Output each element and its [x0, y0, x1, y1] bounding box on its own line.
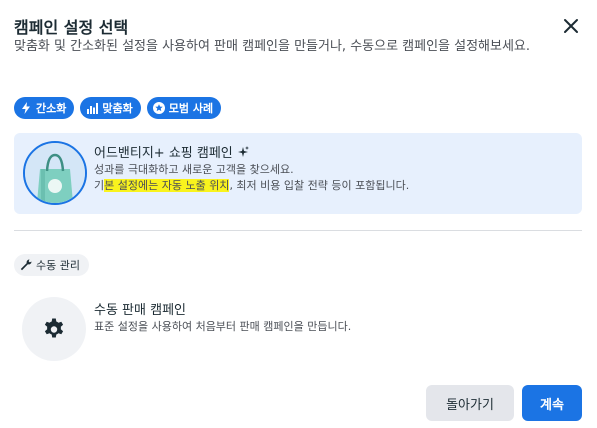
advantage-description-post: , 최저 비용 입찰 전략 등이 포함됩니다.: [229, 179, 410, 192]
manual-sales-campaign-option[interactable]: 수동 판매 캠페인 표준 설정을 사용하여 처음부터 판매 캠페인을 만듭니다.: [22, 297, 582, 361]
badge-label: 맞춤화: [102, 102, 133, 115]
manual-description: 표준 설정을 사용하여 처음부터 판매 캠페인을 만듭니다.: [94, 320, 352, 333]
advantage-shopping-campaign-option[interactable]: 어드밴티지+ 쇼핑 캠페인 성과를 극대화하고 새로운 고객을 찾으세요. 기본…: [14, 133, 582, 214]
wrench-icon: [20, 259, 32, 271]
manual-management-tag: 수동 관리: [14, 254, 89, 276]
badge-label: 모범 사례: [168, 102, 214, 115]
dialog-subtitle: 맞춤화 및 간소화된 설정을 사용하여 판매 캠페인을 만들거나, 수동으로 캠…: [14, 39, 531, 54]
sparkle-icon: [237, 145, 249, 157]
badge-best-practice: 모범 사례: [146, 97, 222, 119]
back-button[interactable]: 돌아가기: [426, 385, 514, 421]
star-icon: [152, 102, 165, 114]
advantage-description-highlight: 본 설정에는 자동 노출 위치: [104, 179, 230, 192]
close-icon: [564, 19, 578, 33]
campaign-setup-dialog: 캠페인 설정 선택 맞춤화 및 간소화된 설정을 사용하여 판매 캠페인을 만들…: [0, 0, 597, 428]
advantage-description-line2: 기본 설정에는 자동 노출 위치, 최저 비용 입찰 전략 등이 포함됩니다.: [94, 178, 574, 194]
gear-icon-container: [22, 297, 86, 361]
bar-chart-icon: [87, 103, 99, 114]
badge-row: 간소화 맞춤화 모범 사례: [14, 97, 222, 119]
advantage-title-row: 어드밴티지+ 쇼핑 캠페인: [94, 142, 249, 161]
dialog-title: 캠페인 설정 선택: [14, 18, 129, 37]
lightning-icon: [22, 102, 30, 114]
advantage-description-pre: 기: [94, 179, 105, 192]
advantage-description: 성과를 극대화하고 새로운 고객을 찾으세요. 기본 설정에는 자동 노출 위치…: [94, 162, 574, 194]
advantage-title: 어드밴티지+ 쇼핑 캠페인: [94, 146, 233, 161]
close-button[interactable]: [559, 14, 583, 38]
shopping-bag-icon: [23, 141, 87, 205]
continue-button[interactable]: 계속: [522, 385, 582, 421]
manual-tag-label: 수동 관리: [36, 259, 80, 272]
manual-title: 수동 판매 캠페인: [94, 303, 186, 318]
gear-icon: [44, 318, 64, 338]
badge-customized: 맞춤화: [80, 97, 141, 119]
badge-label: 간소화: [36, 102, 67, 115]
advantage-description-line1: 성과를 극대화하고 새로운 고객을 찾으세요.: [94, 163, 294, 176]
section-divider: [14, 230, 582, 231]
badge-simplified: 간소화: [14, 97, 75, 119]
